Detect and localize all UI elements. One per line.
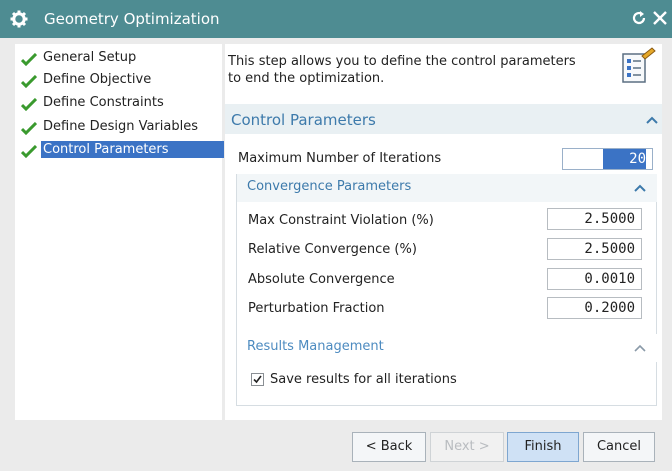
checklist-pencil-icon	[622, 47, 656, 83]
max-iterations-field[interactable]: 20	[562, 148, 653, 170]
gear-icon	[10, 10, 28, 28]
nav-item-define-constraints[interactable]: Define Constraints	[15, 93, 222, 115]
checkmark-icon	[21, 98, 37, 111]
perturbation-fraction-label: Perturbation Fraction	[248, 301, 385, 316]
checkmark-icon	[21, 75, 37, 88]
finish-button[interactable]: Finish	[507, 432, 579, 462]
section-title: Control Parameters	[231, 111, 376, 129]
nav-item-label: Define Design Variables	[43, 119, 198, 134]
chevron-up-icon[interactable]	[634, 344, 646, 352]
subsection-title: Results Management	[247, 339, 384, 354]
title-bar: Geometry Optimization	[0, 0, 672, 38]
checkmark-icon	[21, 53, 37, 66]
step-navigation: General Setup Define Objective Define Co…	[15, 44, 224, 420]
relative-convergence-field[interactable]: 2.5000	[547, 238, 642, 260]
reset-icon[interactable]	[630, 9, 648, 27]
convergence-parameters-header[interactable]: Convergence Parameters	[237, 174, 657, 202]
cancel-button[interactable]: Cancel	[583, 432, 655, 462]
checkmark-icon	[21, 122, 37, 135]
control-parameters-header[interactable]: Control Parameters	[225, 104, 662, 134]
absolute-convergence-label: Absolute Convergence	[248, 272, 395, 287]
nav-item-label: General Setup	[43, 50, 137, 65]
next-button[interactable]: Next >	[430, 432, 504, 462]
max-constraint-violation-label: Max Constraint Violation (%)	[248, 213, 434, 228]
save-all-iterations-label: Save results for all iterations	[270, 372, 457, 387]
nav-item-define-design-variables[interactable]: Define Design Variables	[15, 117, 222, 139]
checkmark-icon	[253, 375, 262, 384]
chevron-up-icon[interactable]	[634, 184, 646, 192]
nav-item-define-objective[interactable]: Define Objective	[15, 70, 222, 92]
close-icon[interactable]	[651, 9, 669, 27]
perturbation-fraction-field[interactable]: 0.2000	[547, 297, 642, 319]
absolute-convergence-field[interactable]: 0.0010	[547, 268, 642, 290]
back-button[interactable]: < Back	[352, 432, 426, 462]
nav-item-label: Control Parameters	[41, 141, 224, 158]
step-description: This step allows you to define the contr…	[228, 54, 576, 86]
max-iterations-value: 20	[603, 149, 646, 169]
relative-convergence-label: Relative Convergence (%)	[248, 242, 417, 257]
chevron-up-icon[interactable]	[646, 116, 658, 124]
nav-item-control-parameters[interactable]: Control Parameters	[15, 140, 224, 162]
save-all-iterations-checkbox[interactable]	[251, 373, 264, 386]
results-management-header[interactable]: Results Management	[237, 334, 657, 362]
dialog-title: Geometry Optimization	[44, 10, 220, 28]
nav-item-label: Define Objective	[43, 72, 152, 87]
subsection-title: Convergence Parameters	[247, 179, 412, 194]
max-constraint-violation-field[interactable]: 2.5000	[547, 208, 642, 230]
checkmark-icon	[21, 145, 37, 158]
geometry-optimization-dialog: Geometry Optimization General Setup Defi…	[0, 0, 672, 471]
nav-item-label: Define Constraints	[43, 95, 164, 110]
step-content: This step allows you to define the contr…	[225, 44, 662, 420]
nav-item-general-setup[interactable]: General Setup	[15, 48, 222, 70]
max-iterations-label: Maximum Number of Iterations	[238, 151, 442, 166]
